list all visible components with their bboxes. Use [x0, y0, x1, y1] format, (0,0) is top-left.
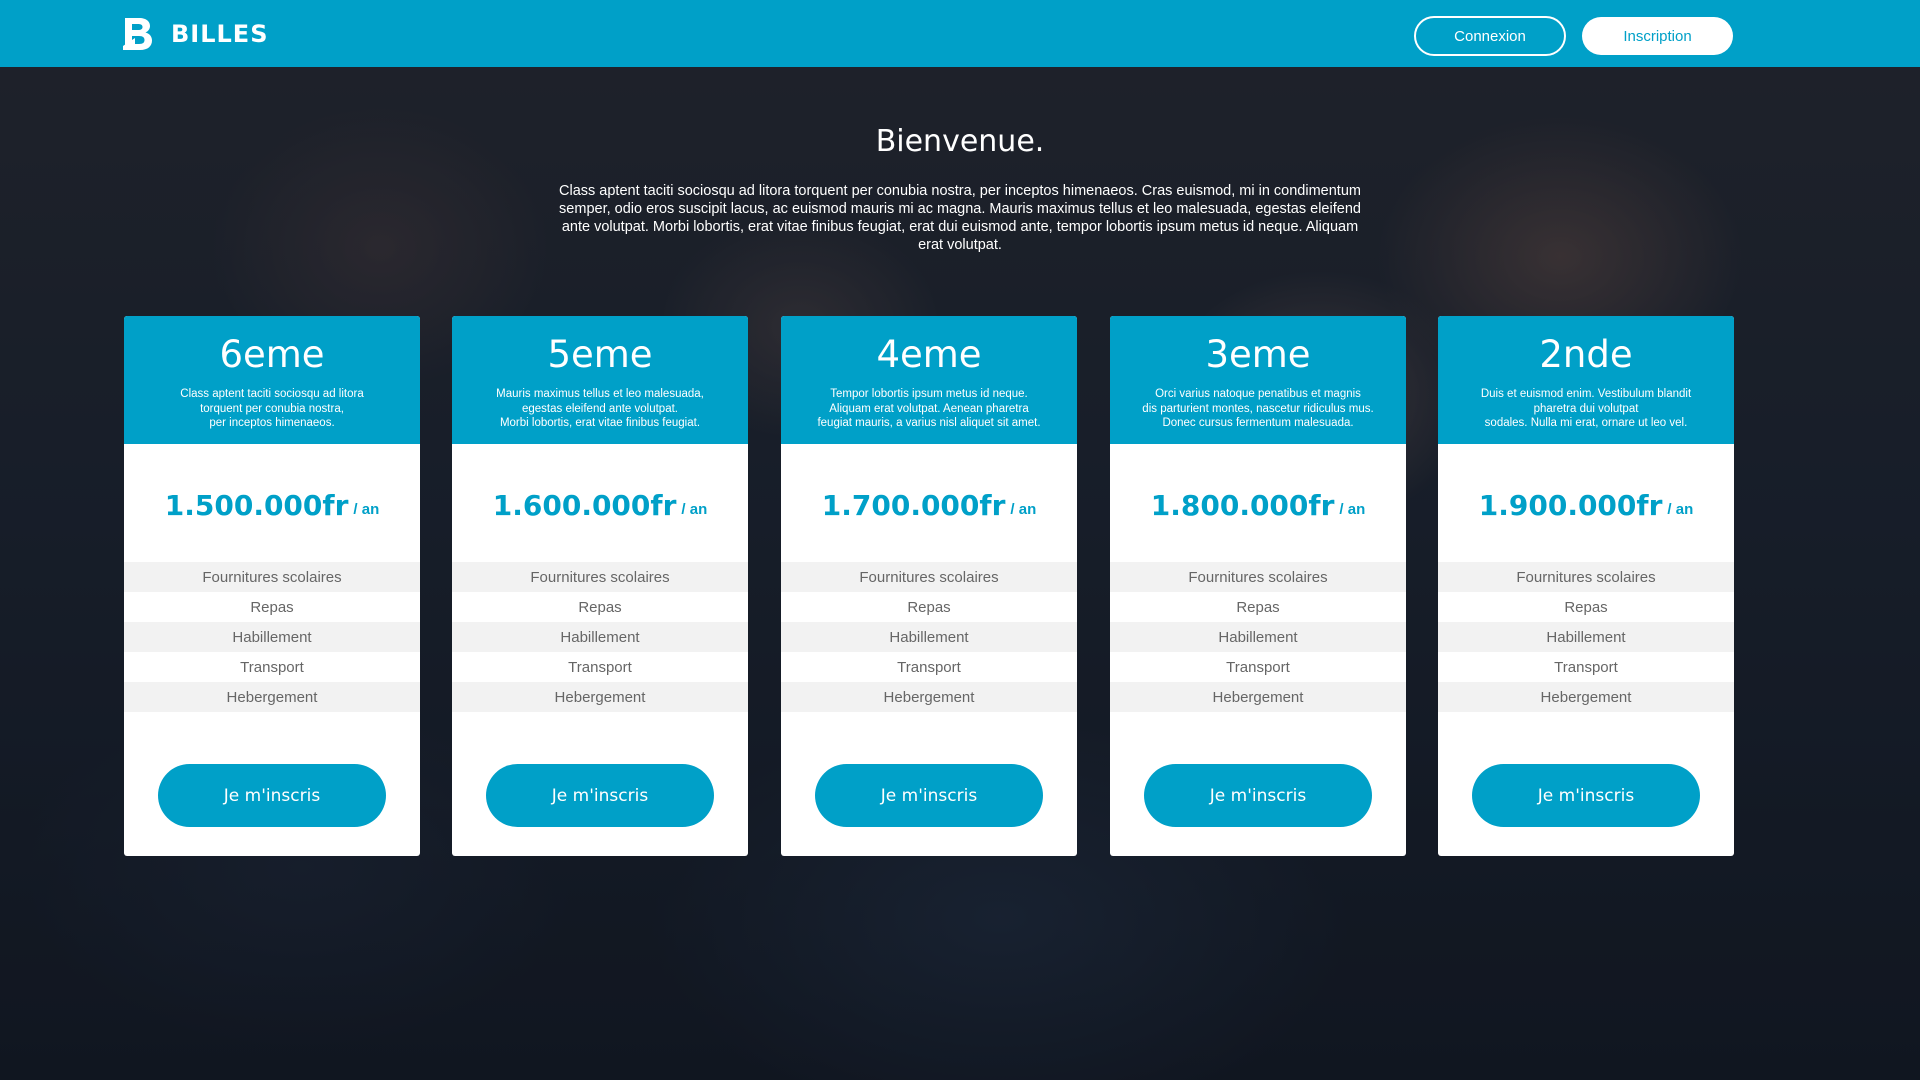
plan-price: 1.700.000fr — [821, 488, 1006, 522]
price-period: / an — [1339, 500, 1366, 518]
feature-item: Transport — [1554, 658, 1618, 676]
card-header: 2nde Duis et euismod enim. Vestibulum bl… — [1438, 316, 1734, 444]
enroll-button[interactable]: Je m'inscris — [158, 764, 386, 827]
price-period: / an — [353, 500, 380, 518]
plan-name: 4eme — [876, 333, 982, 376]
feature-list: Fournitures scolaires Repas Habillement … — [1438, 562, 1734, 712]
pricing-card-2nde: 2nde Duis et euismod enim. Vestibulum bl… — [1438, 316, 1734, 856]
card-header: 6eme Class aptent taciti sociosqu ad lit… — [124, 316, 420, 444]
logo-icon — [123, 18, 153, 50]
feature-item: Habillement — [1110, 622, 1406, 652]
feature-item: Transport — [1226, 658, 1290, 676]
pricing-card-4eme: 4eme Tempor lobortis ipsum metus id nequ… — [781, 316, 1077, 856]
signup-button[interactable]: Inscription — [1582, 17, 1733, 55]
price-period: / an — [1667, 500, 1694, 518]
enroll-button[interactable]: Je m'inscris — [815, 764, 1043, 827]
feature-item: Hebergement — [1438, 682, 1734, 712]
intro-text: Class aptent taciti sociosqu ad litora t… — [559, 183, 1361, 253]
plan-name: 2nde — [1539, 333, 1633, 376]
card-header: 3eme Orci varius natoque penatibus et ma… — [1110, 316, 1406, 444]
pricing-cards: 6eme Class aptent taciti sociosqu ad lit… — [124, 316, 1734, 856]
feature-list: Fournitures scolaires Repas Habillement … — [452, 562, 748, 712]
plan-description: Tempor lobortis ipsum metus id neque. Al… — [817, 388, 1041, 429]
feature-item: Habillement — [781, 622, 1077, 652]
feature-item: Habillement — [1438, 622, 1734, 652]
feature-item: Fournitures scolaires — [781, 562, 1077, 592]
plan-price: 1.500.000fr — [164, 488, 349, 522]
price-row: 1.800.000fr / an — [1110, 444, 1406, 562]
plan-name: 3eme — [1205, 333, 1311, 376]
plan-description: Mauris maximus tellus et leo malesuada, … — [496, 388, 704, 429]
plan-description: Class aptent taciti sociosqu ad litora t… — [180, 388, 364, 429]
enroll-button[interactable]: Je m'inscris — [1144, 764, 1372, 827]
pricing-card-3eme: 3eme Orci varius natoque penatibus et ma… — [1110, 316, 1406, 856]
price-row: 1.600.000fr / an — [452, 444, 748, 562]
plan-description: Duis et euismod enim. Vestibulum blandit… — [1480, 388, 1692, 429]
feature-item: Fournitures scolaires — [1438, 562, 1734, 592]
card-header: 5eme Mauris maximus tellus et leo malesu… — [452, 316, 748, 444]
feature-item: Repas — [1564, 598, 1608, 616]
feature-item: Repas — [250, 598, 294, 616]
price-row: 1.900.000fr / an — [1438, 444, 1734, 562]
price-period: / an — [1010, 500, 1037, 518]
enroll-button[interactable]: Je m'inscris — [1472, 764, 1700, 827]
feature-item: Hebergement — [1110, 682, 1406, 712]
brand-logo[interactable]: BILLES — [123, 18, 269, 50]
feature-item: Transport — [240, 658, 304, 676]
pricing-card-6eme: 6eme Class aptent taciti sociosqu ad lit… — [124, 316, 420, 856]
feature-item: Repas — [907, 598, 951, 616]
login-button[interactable]: Connexion — [1414, 16, 1566, 56]
plan-price: 1.600.000fr — [492, 488, 677, 522]
plan-name: 5eme — [547, 333, 653, 376]
price-row: 1.700.000fr / an — [781, 444, 1077, 562]
plan-price: 1.800.000fr — [1150, 488, 1335, 522]
feature-item: Hebergement — [452, 682, 748, 712]
plan-price: 1.900.000fr — [1478, 488, 1663, 522]
card-header: 4eme Tempor lobortis ipsum metus id nequ… — [781, 316, 1077, 444]
feature-item: Habillement — [124, 622, 420, 652]
feature-item: Fournitures scolaires — [452, 562, 748, 592]
feature-item: Fournitures scolaires — [1110, 562, 1406, 592]
pricing-card-5eme: 5eme Mauris maximus tellus et leo malesu… — [452, 316, 748, 856]
plan-name: 6eme — [219, 333, 325, 376]
feature-item: Fournitures scolaires — [124, 562, 420, 592]
feature-item: Hebergement — [124, 682, 420, 712]
feature-item: Habillement — [452, 622, 748, 652]
feature-list: Fournitures scolaires Repas Habillement … — [124, 562, 420, 712]
feature-list: Fournitures scolaires Repas Habillement … — [781, 562, 1077, 712]
feature-item: Repas — [1236, 598, 1280, 616]
feature-item: Repas — [578, 598, 622, 616]
page-title: Bienvenue. — [875, 124, 1045, 159]
price-row: 1.500.000fr / an — [124, 444, 420, 562]
feature-item: Transport — [897, 658, 961, 676]
feature-item: Transport — [568, 658, 632, 676]
top-navbar: BILLES Connexion Inscription — [0, 0, 1920, 67]
feature-list: Fournitures scolaires Repas Habillement … — [1110, 562, 1406, 712]
feature-item: Hebergement — [781, 682, 1077, 712]
plan-description: Orci varius natoque penatibus et magnis … — [1142, 388, 1374, 429]
enroll-button[interactable]: Je m'inscris — [486, 764, 714, 827]
price-period: / an — [681, 500, 708, 518]
brand-name: BILLES — [171, 20, 269, 48]
